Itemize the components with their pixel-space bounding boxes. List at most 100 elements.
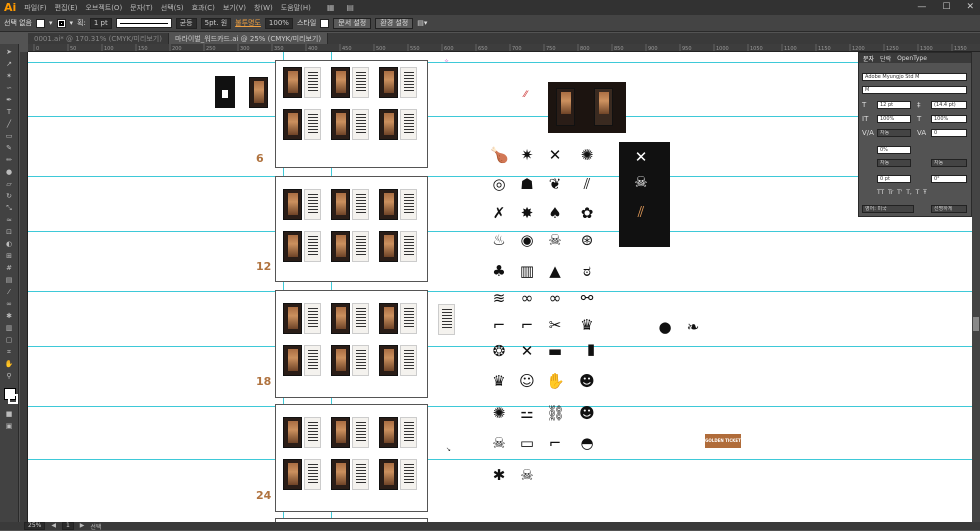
chain-icon[interactable]: ⛓	[546, 404, 565, 422]
zoom-icon[interactable]: ⚲	[4, 372, 14, 380]
fish-bone-icon[interactable]: ⊛	[578, 231, 596, 249]
arrows-icon[interactable]: ✗	[490, 204, 508, 222]
opacity-input[interactable]: 100%	[264, 17, 293, 29]
brush-icon[interactable]: ✎	[4, 144, 14, 152]
headdress-icon[interactable]: ♛	[578, 316, 596, 334]
close-icon[interactable]: ✕	[966, 2, 974, 12]
artboard-canvas[interactable]: 6 12 18 24 ⁄⁄ ✕ ☠ ⫽ 🍗 ✷ ✕ ✺ ◎ ☗ ❦ ⫽ ✗ ✸ …	[28, 52, 972, 522]
font-size-input[interactable]: 12 pt	[877, 101, 911, 109]
perspective-icon[interactable]: ⊞	[4, 252, 14, 260]
text-style-buttons[interactable]: TT Tr T' T, T Ŧ	[877, 189, 927, 196]
scissors-icon[interactable]: ✂	[546, 316, 564, 334]
sugar-skull-icon[interactable]: ☠	[518, 466, 536, 484]
ticket-icon[interactable]: ▭	[518, 434, 536, 452]
vertical-scale-input[interactable]: 100%	[877, 115, 911, 123]
artboard-18[interactable]	[275, 290, 428, 398]
uniform-select[interactable]: 균등	[175, 17, 197, 29]
stroke-swatch[interactable]	[56, 18, 66, 28]
menu-select[interactable]: 선택(S)	[161, 3, 184, 13]
shape-builder-icon[interactable]: ◐	[4, 240, 14, 248]
direct-select-icon[interactable]: ↗	[4, 60, 14, 68]
preferences-button[interactable]: 환경 설정	[375, 17, 414, 29]
stroke-profile[interactable]	[115, 18, 172, 28]
font-style-select[interactable]: M	[862, 86, 967, 94]
gradient-icon[interactable]: ▤	[4, 276, 14, 284]
kerning-input[interactable]: 자동	[877, 129, 911, 137]
artboard-12[interactable]	[275, 176, 428, 282]
chevron-down-icon[interactable]: ▾	[49, 19, 53, 27]
jack-o-lantern-icon[interactable]: ☻	[578, 404, 596, 422]
bone-icon[interactable]: ⚍	[518, 404, 536, 422]
style-swatch[interactable]	[320, 18, 330, 28]
card-thumbnail[interactable]	[438, 304, 455, 335]
feather-icon[interactable]: ❧	[684, 318, 702, 336]
stroke-color-icon[interactable]	[8, 394, 18, 404]
leading-input[interactable]: (14.4 pt)	[931, 101, 967, 109]
font-family-select[interactable]: Adobe Myungjo Std M	[862, 73, 967, 81]
warp-icon[interactable]: ≈	[4, 216, 14, 224]
gun-flame-icon[interactable]: ⌐	[518, 316, 536, 334]
pen-icon[interactable]: ✒	[4, 96, 14, 104]
arrange-icon[interactable]: ▤	[346, 3, 354, 12]
rectangle-icon[interactable]: ▭	[4, 132, 14, 140]
screen-mode-icon[interactable]: ▣	[4, 422, 14, 430]
chevron-down-icon[interactable]: ▾	[70, 19, 74, 27]
nav-prev-icon[interactable]: ◀	[51, 522, 56, 530]
tab-doc-1[interactable]: 0001.ai* @ 170.31% (CMYK/미리보기)	[28, 33, 169, 44]
menu-help[interactable]: 도움말(H)	[281, 3, 311, 13]
nav-next-icon[interactable]: ▶	[80, 522, 85, 530]
ribbon-icon[interactable]: ∞	[518, 289, 536, 307]
minimize-icon[interactable]: —	[917, 2, 926, 12]
scale-icon[interactable]: ⤡	[4, 204, 14, 212]
graph-icon[interactable]: ▥	[4, 324, 14, 332]
blend-icon[interactable]: ∞	[4, 300, 14, 308]
brush-select[interactable]: 5pt. 원	[200, 17, 232, 29]
spiral-icon[interactable]: ◎	[490, 175, 508, 193]
bridge-icon[interactable]: ▦	[327, 3, 335, 12]
vertical-scrollbar[interactable]	[972, 52, 980, 522]
menu-window[interactable]: 창(W)	[254, 3, 273, 13]
helmet-icon[interactable]: ●	[656, 318, 674, 336]
golden-ticket-badge[interactable]: GOLDEN TICKET	[705, 434, 741, 448]
round-eye-icon[interactable]: ◉	[518, 231, 536, 249]
tab-doc-2[interactable]: 마라이벌_워드카드.ai @ 25% (CMYK/미리보기)	[168, 33, 329, 44]
monster-icon[interactable]: ☻	[578, 372, 596, 390]
tab-character[interactable]: 문자	[863, 54, 874, 63]
menu-edit[interactable]: 편집(E)	[55, 3, 78, 13]
bones-icon[interactable]: ✕	[546, 146, 564, 164]
slice-icon[interactable]: ⌗	[4, 348, 14, 356]
flower-icon[interactable]: ✿	[578, 204, 596, 222]
skull-icon[interactable]: ☠	[546, 231, 564, 249]
handcuffs-icon[interactable]: ⚯	[578, 289, 596, 307]
stroke-weight-input[interactable]: 1 pt	[89, 17, 112, 29]
menu-effect[interactable]: 효과(C)	[192, 3, 215, 13]
eraser-icon[interactable]: ▱	[4, 180, 14, 188]
crossed-tools-icon[interactable]: ✕	[518, 342, 536, 360]
color-mode-icon[interactable]: ■	[4, 410, 14, 418]
bat-icon[interactable]: ♠	[546, 204, 564, 222]
creature-icon[interactable]: ❂	[490, 342, 508, 360]
menu-view[interactable]: 보기(V)	[223, 3, 246, 13]
food-icon[interactable]: ▬	[546, 342, 564, 360]
scratch-icon[interactable]: ⫽	[578, 175, 596, 193]
burst-icon[interactable]: ✸	[518, 204, 536, 222]
tab-paragraph[interactable]: 단락	[880, 54, 891, 63]
fill-swatch[interactable]	[36, 18, 45, 28]
fire-skull-icon[interactable]: ✺	[490, 404, 508, 422]
crown-icon[interactable]: ♛	[490, 372, 508, 390]
goo-icon[interactable]: ❦	[546, 175, 564, 193]
antialias-select[interactable]: 선명하게	[931, 205, 967, 213]
card-thumbnail[interactable]	[249, 77, 268, 108]
menu-object[interactable]: 오브젝트(O)	[85, 3, 122, 13]
aki-right-select[interactable]: 자동	[931, 159, 967, 167]
arrange-icon[interactable]: ▤▾	[417, 19, 427, 27]
symbol-sprayer-icon[interactable]: ✱	[4, 312, 14, 320]
menu-type[interactable]: 문자(T)	[130, 3, 153, 13]
swirl-icon[interactable]: ಠ	[578, 262, 596, 280]
claws-icon[interactable]: ✱	[490, 466, 508, 484]
handshake-icon[interactable]: ≋	[490, 289, 508, 307]
lips-icon[interactable]: ◓	[578, 434, 596, 452]
glasses-icon[interactable]: ∞	[546, 289, 564, 307]
magic-wand-icon[interactable]: ✶	[4, 72, 14, 80]
language-select[interactable]: 영어: 미국	[862, 205, 914, 213]
